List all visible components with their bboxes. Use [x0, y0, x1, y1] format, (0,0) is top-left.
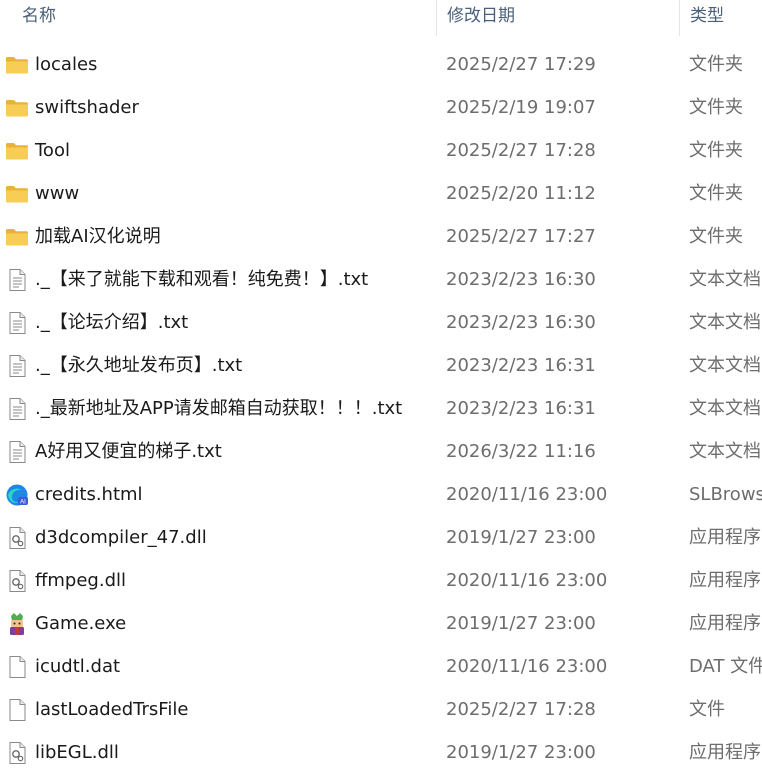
file-date-modified: 2025/2/27 17:29 — [446, 54, 596, 75]
file-row[interactable]: swiftshader 2025/2/19 19:07 文件夹 — [0, 86, 762, 129]
file-date-modified: 2026/3/22 11:16 — [446, 441, 596, 462]
file-type: 文件夹 — [689, 97, 743, 118]
file-type: 文本文档 — [689, 312, 761, 333]
column-header-name[interactable]: 名称 — [0, 0, 436, 36]
file-type: 应用程序 — [689, 570, 761, 591]
file-type: 文件夹 — [689, 183, 743, 204]
file-date-modified: 2025/2/27 17:28 — [446, 699, 596, 720]
file-date-modified: 2025/2/19 19:07 — [446, 97, 596, 118]
file-type: 应用程序 — [689, 742, 761, 763]
file-name: www — [35, 183, 80, 204]
browser-html-icon: AI — [5, 483, 29, 507]
blank-file-icon — [5, 655, 29, 679]
file-name: credits.html — [35, 484, 143, 505]
file-date-modified: 2023/2/23 16:30 — [446, 312, 596, 333]
file-row[interactable]: ._【来了就能下载和观看！纯免费！】.txt 2023/2/23 16:30 文本文… — [0, 258, 762, 301]
folder-icon — [5, 139, 29, 163]
column-header-type[interactable]: 类型 — [679, 0, 762, 36]
file-date-modified: 2020/11/16 23:00 — [446, 656, 608, 677]
file-name: A好用又便宜的梯子.txt — [35, 441, 222, 462]
file-row[interactable]: ._【永久地址发布页】.txt 2023/2/23 16:31 文本文档 — [0, 344, 762, 387]
file-type: 文本文档 — [689, 441, 761, 462]
file-name: ._【论坛介绍】.txt — [35, 312, 189, 333]
file-type: 应用程序 — [689, 527, 761, 548]
text-file-icon — [5, 440, 29, 464]
file-type: 文件夹 — [689, 226, 743, 247]
svg-text:AI: AI — [20, 500, 26, 506]
file-date-modified: 2019/1/27 23:00 — [446, 742, 596, 763]
file-name: Tool — [35, 140, 70, 161]
file-date-modified: 2019/1/27 23:00 — [446, 613, 596, 634]
file-row[interactable]: icudtl.dat 2020/11/16 23:00 DAT 文件 — [0, 645, 762, 688]
file-row[interactable]: Tool 2025/2/27 17:28 文件夹 — [0, 129, 762, 172]
file-name: icudtl.dat — [35, 656, 121, 677]
blank-file-icon — [5, 698, 29, 722]
file-date-modified: 2020/11/16 23:00 — [446, 484, 608, 505]
file-name: d3dcompiler_47.dll — [35, 527, 207, 548]
file-row[interactable]: lastLoadedTrsFile 2025/2/27 17:28 文件 — [0, 688, 762, 731]
text-file-icon — [5, 311, 29, 335]
dll-file-icon — [5, 741, 29, 765]
file-date-modified: 2023/2/23 16:30 — [446, 269, 596, 290]
file-name: 加载AI汉化说明 — [35, 226, 161, 247]
file-type: 文本文档 — [689, 269, 761, 290]
file-type: 文件夹 — [689, 140, 743, 161]
file-date-modified: 2025/2/20 11:12 — [446, 183, 596, 204]
file-row[interactable]: 加载AI汉化说明 2025/2/27 17:27 文件夹 — [0, 215, 762, 258]
file-name: swiftshader — [35, 97, 139, 118]
folder-icon — [5, 53, 29, 77]
dll-file-icon — [5, 526, 29, 550]
file-date-modified: 2023/2/23 16:31 — [446, 355, 596, 376]
file-row[interactable]: www 2025/2/20 11:12 文件夹 — [0, 172, 762, 215]
dll-file-icon — [5, 569, 29, 593]
file-row[interactable]: Game.exe 2019/1/27 23:00 应用程序 — [0, 602, 762, 645]
file-row[interactable]: ._【论坛介绍】.txt 2023/2/23 16:30 文本文档 — [0, 301, 762, 344]
file-row[interactable]: ._最新地址及APP请发邮箱自动获取！！！.txt 2023/2/23 16:31… — [0, 387, 762, 430]
file-type: SLBrowse — [689, 484, 762, 505]
file-list: locales 2025/2/27 17:29 文件夹 swiftshader 2025… — [0, 43, 762, 774]
file-name: Game.exe — [35, 613, 127, 634]
file-row[interactable]: ffmpeg.dll 2020/11/16 23:00 应用程序 — [0, 559, 762, 602]
file-row[interactable]: d3dcompiler_47.dll 2019/1/27 23:00 应用程序 — [0, 516, 762, 559]
file-date-modified: 2025/2/27 17:28 — [446, 140, 596, 161]
file-row[interactable]: locales 2025/2/27 17:29 文件夹 — [0, 43, 762, 86]
file-name: ._最新地址及APP请发邮箱自动获取！！！.txt — [35, 398, 403, 419]
file-name: ffmpeg.dll — [35, 570, 127, 591]
file-row[interactable]: A好用又便宜的梯子.txt 2026/3/22 11:16 文本文档 — [0, 430, 762, 473]
folder-icon — [5, 225, 29, 249]
file-row[interactable]: AI credits.html 2020/11/16 23:00 SLBrowse — [0, 473, 762, 516]
file-type: 文件 — [689, 699, 725, 720]
folder-icon — [5, 182, 29, 206]
column-header-date-modified[interactable]: 修改日期 — [436, 0, 679, 36]
file-date-modified: 2020/11/16 23:00 — [446, 570, 608, 591]
file-name: libEGL.dll — [35, 742, 119, 763]
file-type: 文本文档 — [689, 355, 761, 376]
file-date-modified: 2019/1/27 23:00 — [446, 527, 596, 548]
file-name: ._【来了就能下载和观看！纯免费！】.txt — [35, 269, 369, 290]
file-name: locales — [35, 54, 98, 75]
file-date-modified: 2025/2/27 17:27 — [446, 226, 596, 247]
file-name: lastLoadedTrsFile — [35, 699, 189, 720]
file-type: DAT 文件 — [689, 656, 762, 677]
text-file-icon — [5, 354, 29, 378]
text-file-icon — [5, 268, 29, 292]
file-type: 文本文档 — [689, 398, 761, 419]
text-file-icon — [5, 397, 29, 421]
column-header-bar: ^ 名称 修改日期 类型 — [0, 0, 762, 36]
file-row[interactable]: libEGL.dll 2019/1/27 23:00 应用程序 — [0, 731, 762, 774]
game-exe-icon — [5, 612, 29, 636]
folder-icon — [5, 96, 29, 120]
file-date-modified: 2023/2/23 16:31 — [446, 398, 596, 419]
file-type: 应用程序 — [689, 613, 761, 634]
file-type: 文件夹 — [689, 54, 743, 75]
file-name: ._【永久地址发布页】.txt — [35, 355, 243, 376]
